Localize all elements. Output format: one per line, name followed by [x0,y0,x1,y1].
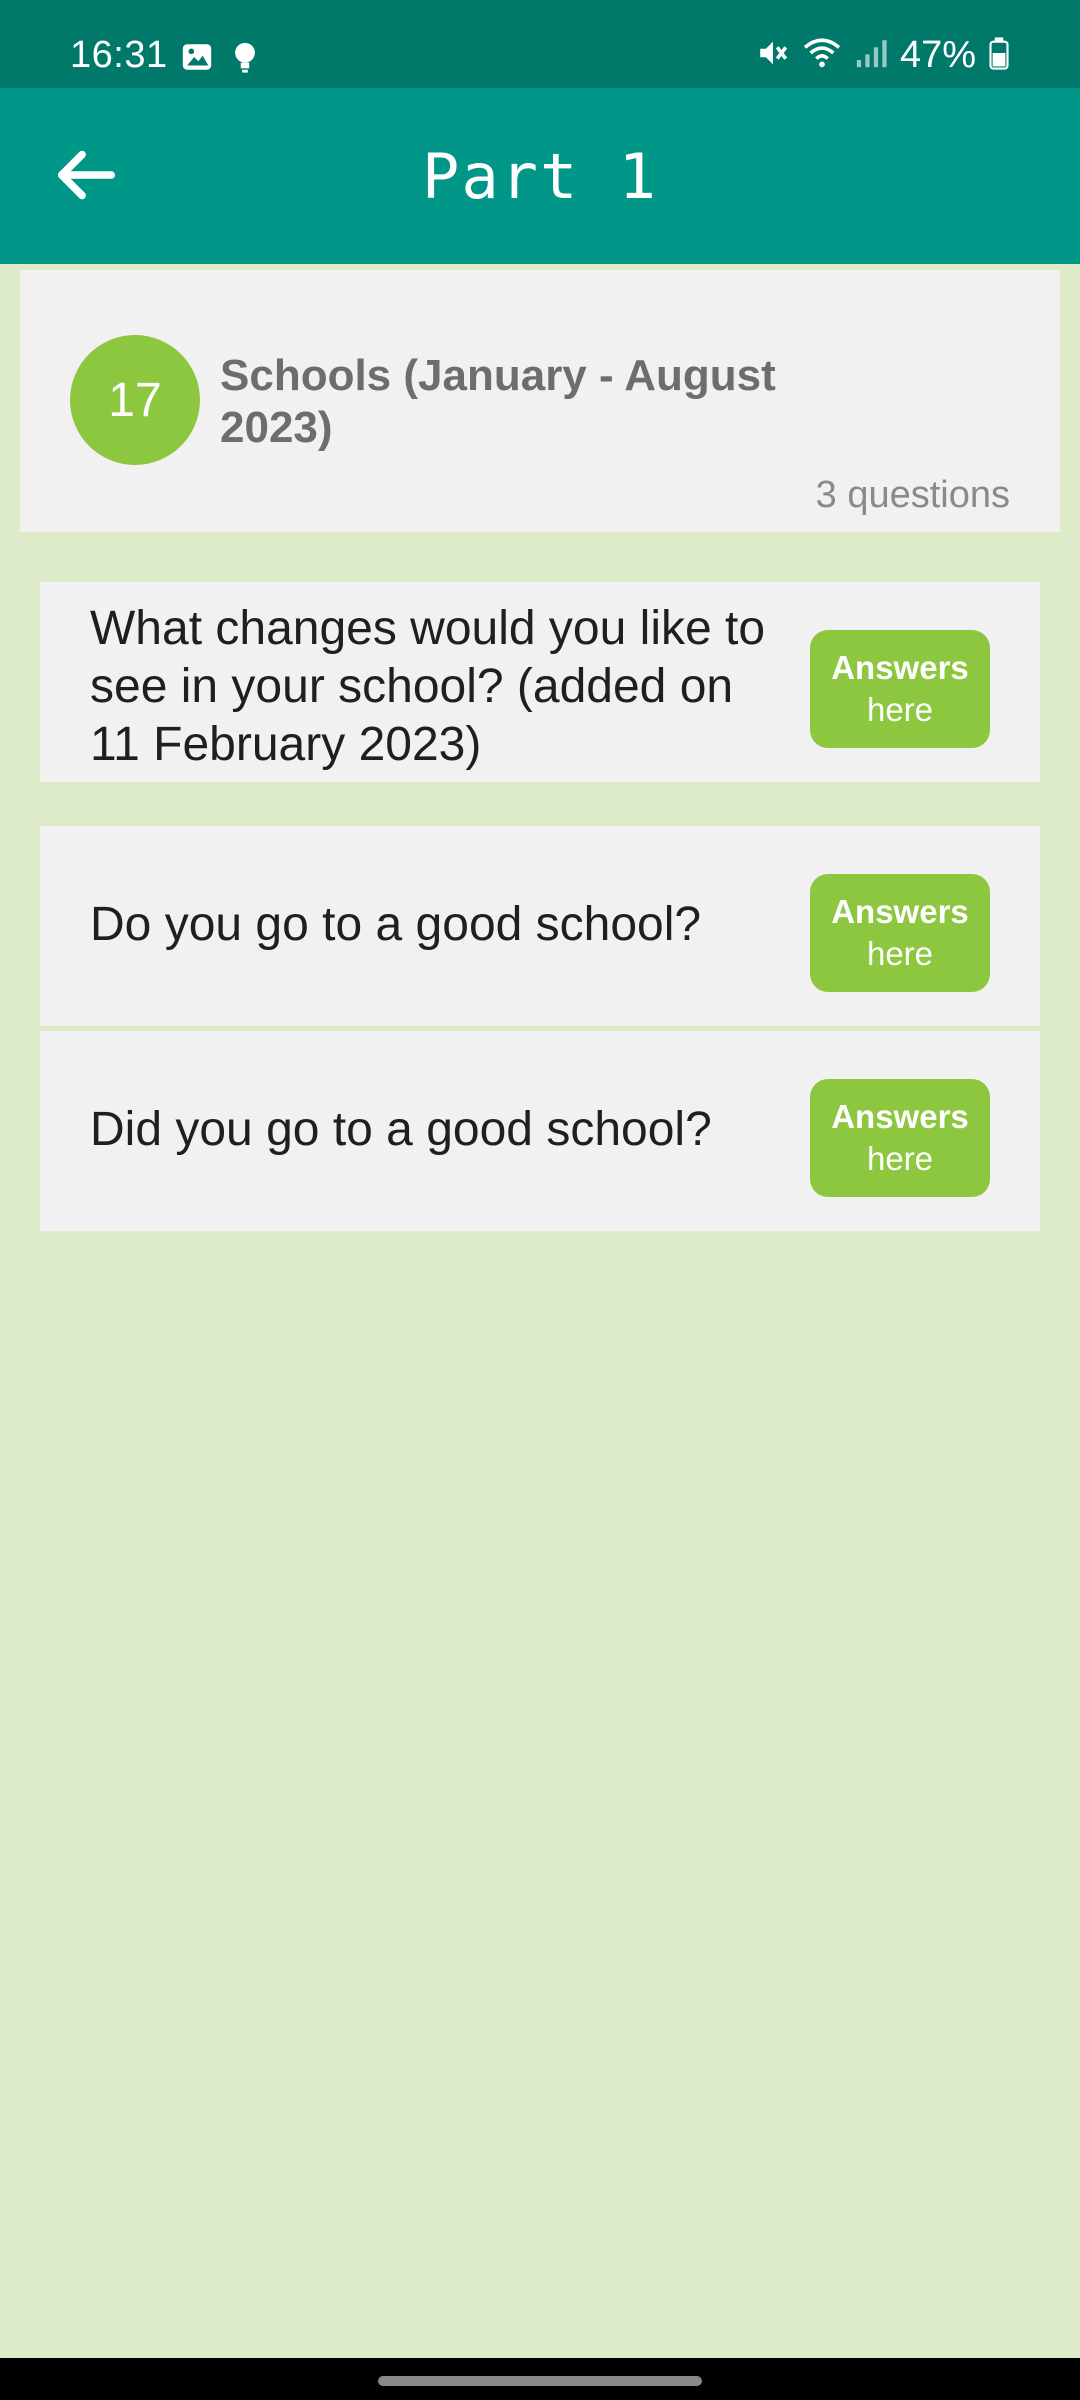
answers-button-title: Answers [831,1098,969,1135]
answers-button[interactable]: Answers here [810,630,990,748]
image-icon [180,40,214,79]
status-time: 16:31 [70,34,168,76]
wifi-icon [802,36,842,75]
battery-percent: 47% [899,34,976,76]
app-bar: Part 1 [0,88,1080,264]
status-right-icons: 47% [756,34,1010,77]
answers-button-subtitle: here [866,691,934,728]
bulb-icon [232,40,258,79]
answers-button-title: Answers [831,649,969,686]
question-text: Did you go to a good school? [90,1103,712,1156]
question-text: Do you go to a good school? [90,898,702,951]
answers-button[interactable]: Answers here [810,1079,990,1197]
home-gesture-handle[interactable] [378,2376,702,2386]
page-title: Part 1 [422,140,658,213]
battery-icon [988,36,1010,75]
topic-title: Schools (January - August 2023) [220,351,776,452]
answers-button-subtitle: here [866,935,934,972]
status-bar: 16:31 47% [0,0,1080,88]
question-card[interactable]: Do you go to a good school? Answers here [40,826,1040,1026]
navigation-bar [0,2358,1080,2400]
signal-icon [854,36,888,75]
answers-button-subtitle: here [866,1140,934,1177]
answers-button[interactable]: Answers here [810,874,990,992]
mute-icon [756,36,790,75]
topic-header-card: 17 Schools (January - August 2023) 3 que… [20,270,1060,532]
status-left-icons [180,40,258,79]
topic-number-badge: 17 [70,335,200,465]
question-count: 3 questions [815,474,1010,516]
question-card[interactable]: What changes would you like to see in yo… [40,582,1040,782]
question-card[interactable]: Did you go to a good school? Answers her… [40,1031,1040,1231]
answers-button-title: Answers [831,893,969,930]
question-text: What changes would you like to see in yo… [90,602,766,771]
